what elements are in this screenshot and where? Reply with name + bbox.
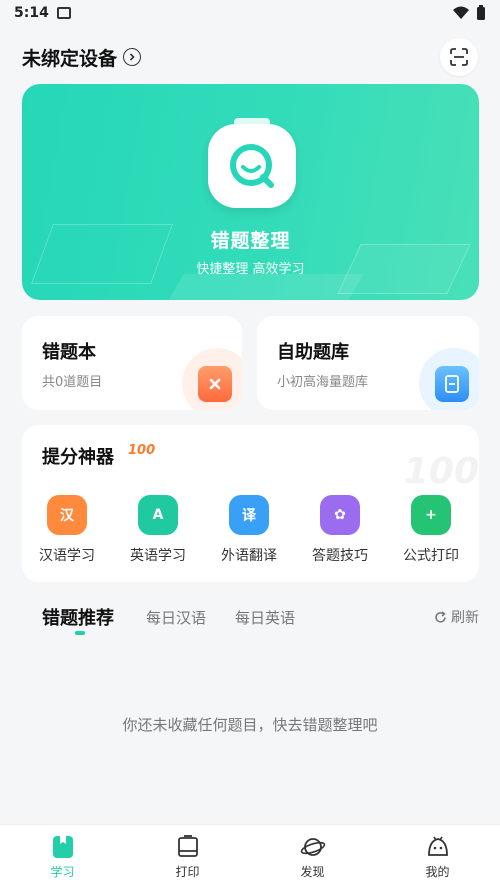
printer-icon	[177, 835, 198, 857]
nav-study[interactable]: 学习	[0, 825, 125, 888]
wrong-book-count: 共0道题目	[42, 375, 103, 390]
battery-icon	[477, 5, 485, 20]
question-bank-card[interactable]: 自助题库 小初高海量题库	[257, 316, 479, 410]
tab-daily-english[interactable]: 每日英语	[235, 607, 295, 628]
camera-app-icon	[208, 118, 296, 208]
formula-icon: +	[411, 495, 451, 535]
wrong-book-title: 错题本	[42, 342, 96, 363]
tips-icon: ✿	[320, 495, 360, 535]
tool-label: 答题技巧	[312, 548, 368, 564]
status-time: 5:14	[14, 5, 49, 21]
nav-label: 我的	[425, 865, 450, 879]
device-title[interactable]: 未绑定设备	[22, 44, 117, 71]
scan-button[interactable]	[440, 38, 478, 76]
tool-label: 汉语学习	[39, 548, 95, 564]
nav-print[interactable]: 打印	[125, 825, 250, 888]
active-tab-indicator	[75, 631, 85, 635]
wifi-icon	[453, 6, 469, 19]
translate-icon: 译	[229, 495, 269, 535]
tool-label: 公式打印	[403, 548, 459, 564]
organize-banner[interactable]: 错题整理 快捷整理 高效学习	[22, 84, 479, 300]
tools-title: 提分神器	[42, 447, 114, 468]
status-right	[452, 5, 486, 21]
tool-label: 外语翻译	[221, 548, 277, 564]
nav-label: 打印	[175, 865, 200, 879]
banner-subtitle: 快捷整理 高效学习	[196, 262, 305, 277]
wrong-book-icon	[198, 366, 232, 402]
scan-icon	[450, 48, 468, 66]
tool-label: 英语学习	[130, 548, 186, 564]
profile-icon	[427, 836, 448, 856]
question-bank-desc: 小初高海量题库	[277, 375, 369, 390]
tool-translate[interactable]: 译 外语翻译	[204, 495, 294, 565]
refresh-button[interactable]: 刷新	[434, 607, 479, 627]
watermark-100: 100	[403, 451, 479, 492]
english-icon: A	[138, 495, 178, 535]
tool-tips[interactable]: ✿ 答题技巧	[295, 495, 385, 565]
image-notification-icon	[56, 7, 71, 19]
status-bar: 5:14	[0, 0, 500, 26]
planet-icon	[300, 838, 325, 856]
empty-state-text: 你还未收藏任何题目，快去错题整理吧	[122, 716, 378, 734]
content-tabs: 错题推荐 每日汉语 每日英语 刷新	[22, 602, 479, 636]
question-bank-title: 自助题库	[277, 342, 349, 363]
chevron-right-icon[interactable]	[123, 48, 142, 66]
chinese-icon: 汉	[47, 495, 87, 535]
nav-discover[interactable]: 发现	[250, 825, 375, 888]
nav-label: 发现	[300, 865, 325, 879]
refresh-label: 刷新	[451, 610, 479, 626]
tab-daily-chinese[interactable]: 每日汉语	[146, 607, 206, 628]
nav-mine[interactable]: 我的	[375, 825, 500, 888]
bottom-nav: 学习 打印 发现 我的	[0, 824, 500, 888]
nav-label: 学习	[50, 865, 75, 879]
book-icon	[435, 366, 469, 402]
tool-english[interactable]: A 英语学习	[113, 495, 203, 565]
banner-title: 错题整理	[210, 230, 291, 252]
study-icon	[52, 836, 73, 858]
tool-formula[interactable]: + 公式打印	[386, 495, 476, 565]
wrong-book-card[interactable]: 错题本 共0道题目	[22, 316, 242, 410]
badge-100: 100	[128, 443, 156, 458]
tool-chinese[interactable]: 汉 汉语学习	[22, 495, 112, 565]
tools-panel: 提分神器 100 100 汉 汉语学习 A 英语学习 译 外语翻译 ✿ 答题技巧…	[22, 425, 479, 582]
refresh-icon	[435, 610, 446, 623]
banner-decoration	[160, 274, 364, 300]
header: 未绑定设备	[22, 38, 478, 76]
tab-wrong-recommend[interactable]: 错题推荐	[42, 604, 114, 630]
